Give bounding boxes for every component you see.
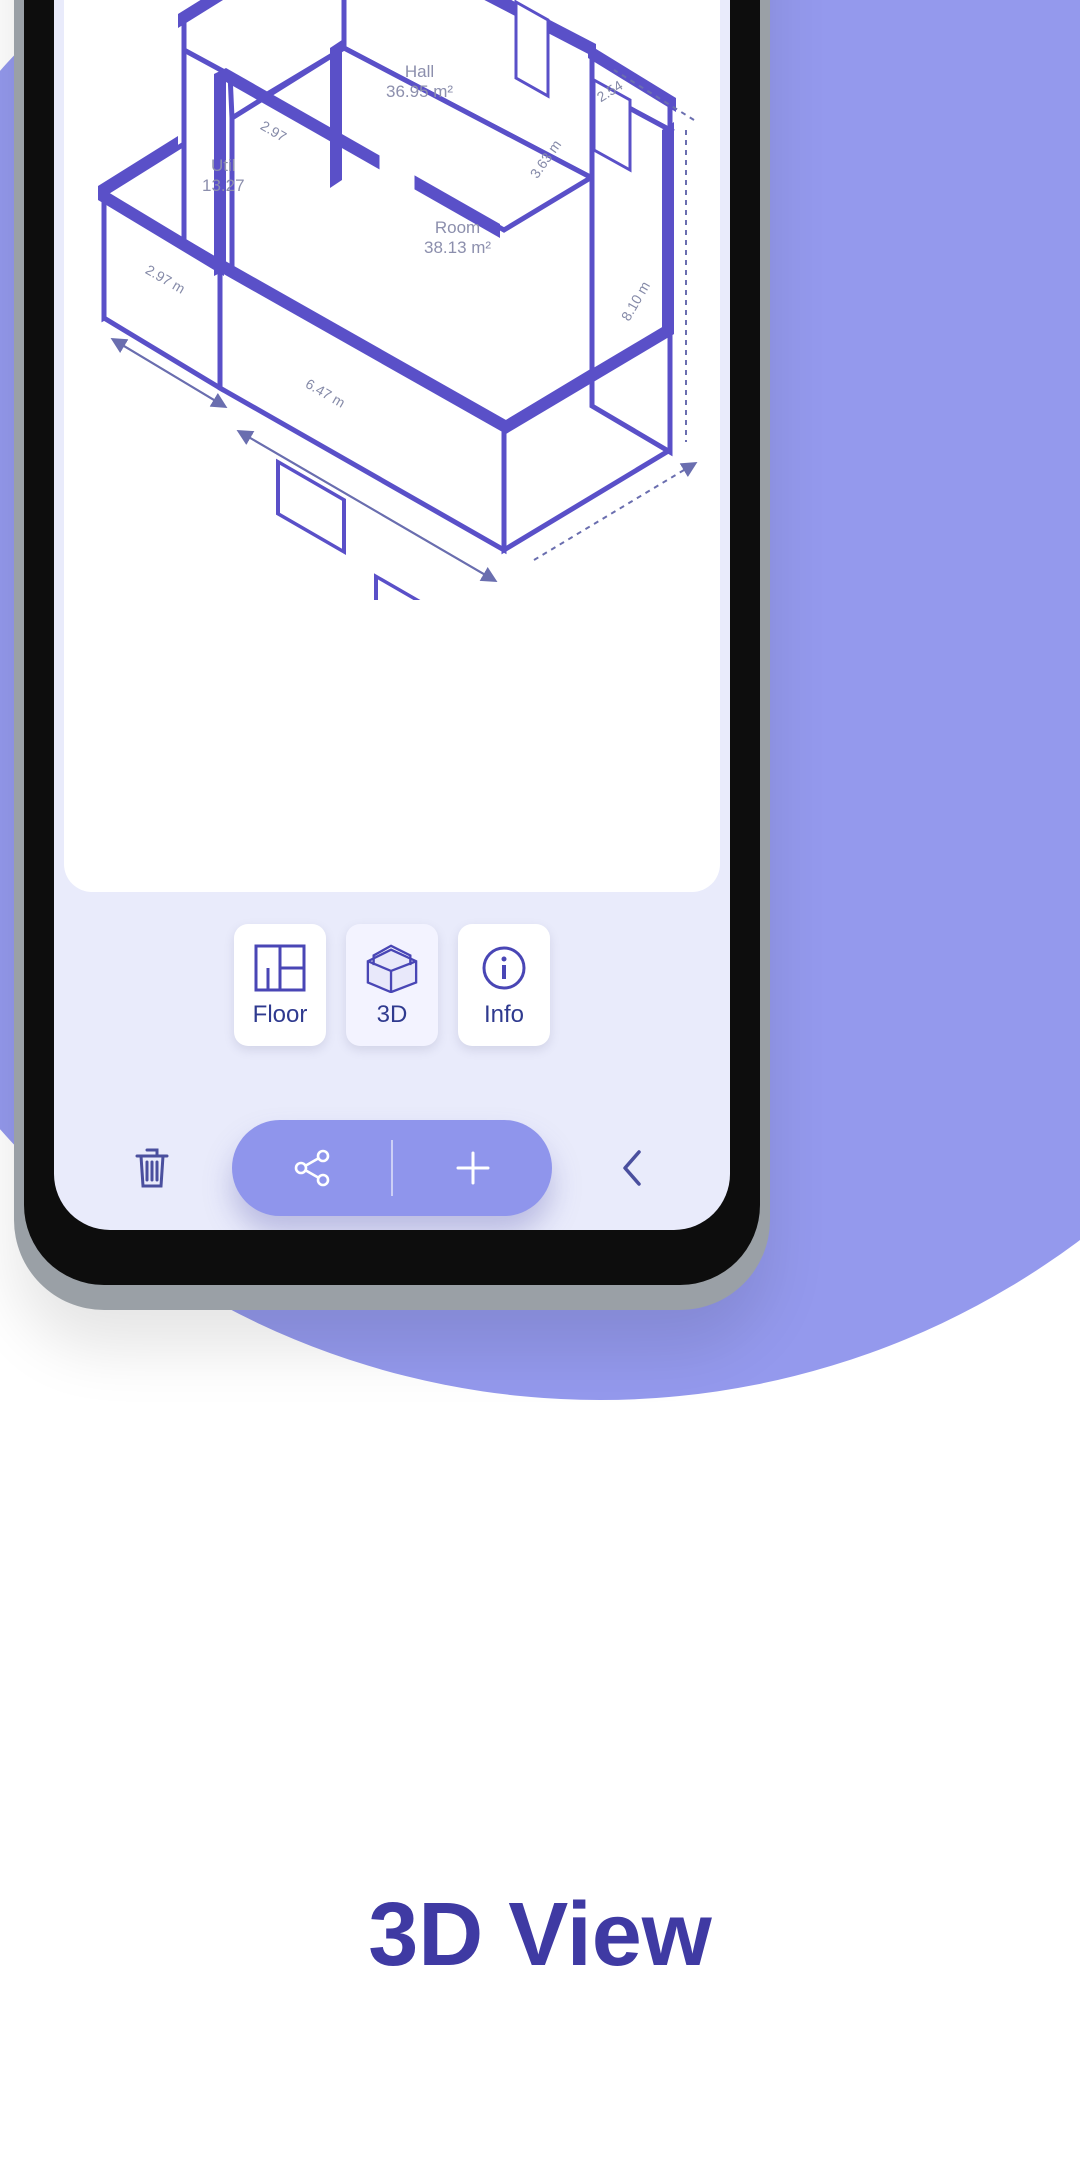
view-button-3d[interactable]: 3D <box>346 924 438 1046</box>
page-caption: 3D View <box>0 1890 1080 1980</box>
chevron-left-icon <box>619 1148 645 1188</box>
action-pill <box>232 1120 552 1216</box>
add-button[interactable] <box>393 1120 552 1216</box>
view-button-label: Floor <box>253 1003 308 1027</box>
floorplan-3d-view[interactable]: Hall 36.95 m² Util 13.27 Room 38.13 m² 2… <box>74 0 714 600</box>
view-mode-row: Floor 3D Info <box>54 924 730 1046</box>
viewport-card[interactable]: Hall 36.95 m² Util 13.27 Room 38.13 m² 2… <box>64 0 720 892</box>
back-button[interactable] <box>602 1138 662 1198</box>
floor-icon <box>252 943 308 993</box>
share-button[interactable] <box>232 1120 391 1216</box>
trash-icon <box>133 1146 171 1190</box>
share-icon <box>291 1147 333 1189</box>
bottom-toolbar <box>54 1108 730 1228</box>
delete-button[interactable] <box>122 1138 182 1198</box>
room-label-hall: Hall 36.95 m² <box>386 62 453 103</box>
view-button-info[interactable]: Info <box>458 924 550 1046</box>
view-button-floor[interactable]: Floor <box>234 924 326 1046</box>
view-button-label: Info <box>484 1003 524 1027</box>
room-label-room: Room 38.13 m² <box>424 218 491 259</box>
view-button-label: 3D <box>377 1003 408 1027</box>
room-label-util: Util 13.27 <box>202 156 245 197</box>
plus-icon <box>452 1147 494 1189</box>
three-d-icon <box>364 943 420 993</box>
info-icon <box>476 943 532 993</box>
phone-screen: Hall 36.95 m² Util 13.27 Room 38.13 m² 2… <box>54 0 730 1230</box>
